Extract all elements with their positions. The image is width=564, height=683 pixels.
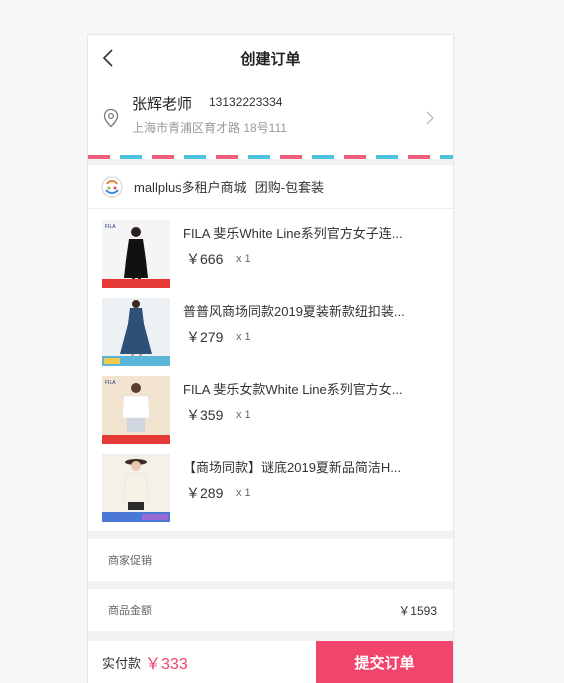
- product-name: 【商场同款】谜底2019夏新品简洁H...: [183, 460, 402, 475]
- amount-label: 商品金额: [108, 605, 152, 617]
- promotion-row[interactable]: 商家促销: [88, 539, 453, 581]
- product-image: [102, 454, 170, 522]
- product-price: ￥289: [186, 485, 224, 501]
- product-quantity: x 1: [236, 409, 251, 421]
- submit-order-button[interactable]: 提交订单: [316, 641, 453, 683]
- recipient-phone: 13132223334: [209, 95, 283, 109]
- goods-list: FILA FILA 斐乐White Line系列官方女子连... ￥666 x …: [88, 209, 453, 531]
- amount-value: ￥1593: [398, 603, 437, 618]
- product-price: ￥666: [186, 251, 224, 267]
- product-name: FILA 斐乐女款White Line系列官方女...: [183, 382, 403, 397]
- address-detail: 上海市青浦区育才路 18号111: [132, 121, 287, 135]
- recipient-name: 张辉老师: [132, 96, 193, 113]
- product-quantity: x 1: [236, 253, 251, 265]
- store-name: mallplus多租户商城: [134, 180, 247, 195]
- goods-item[interactable]: FILA FILA 斐乐White Line系列官方女子连... ￥666 x …: [88, 213, 453, 291]
- bottom-bar: 实付款 ￥333 提交订单: [88, 641, 453, 683]
- promotion-label: 商家促销: [108, 555, 152, 567]
- product-image: FILA: [102, 220, 170, 288]
- product-name: 普普风商场同款2019夏装新款纽扣装...: [183, 304, 405, 319]
- pay-total: ￥333: [145, 656, 188, 673]
- goods-item[interactable]: 普普风商场同款2019夏装新款纽扣装... ￥279 x 1: [88, 291, 453, 369]
- group-type: 团购-包套装: [254, 180, 325, 195]
- store-row: mallplus多租户商城 团购-包套装: [88, 165, 453, 209]
- svg-text:FILA: FILA: [105, 224, 116, 230]
- product-image: FILA: [102, 376, 170, 444]
- goods-item[interactable]: FILA FILA 斐乐女款White Line系列官方女... ￥359 x …: [88, 369, 453, 447]
- product-quantity: x 1: [236, 487, 251, 499]
- header: 创建订单: [88, 35, 453, 81]
- product-price: ￥279: [186, 329, 224, 345]
- address-card[interactable]: 张辉老师 13132223334 上海市青浦区育才路 18号111: [88, 81, 453, 155]
- address-divider-stripe: [88, 155, 453, 159]
- product-name: FILA 斐乐White Line系列官方女子连...: [183, 226, 403, 241]
- svg-text:FILA: FILA: [105, 380, 116, 386]
- goods-item[interactable]: 【商场同款】谜底2019夏新品简洁H... ￥289 x 1: [88, 447, 453, 525]
- location-pin-icon: [103, 108, 119, 128]
- pay-label: 实付款: [102, 655, 142, 671]
- page-title: 创建订单: [240, 50, 301, 68]
- phone-frame: 创建订单 张辉老师 13132223334 上海市青浦区育才路 18号111 m…: [87, 34, 454, 683]
- product-quantity: x 1: [236, 331, 251, 343]
- product-image: [102, 298, 170, 366]
- amount-row: 商品金额 ￥1593: [88, 589, 453, 631]
- store-logo-icon: [101, 176, 123, 197]
- product-price: ￥359: [186, 407, 224, 423]
- chevron-right-icon[interactable]: [425, 110, 435, 126]
- chevron-left-icon[interactable]: [100, 47, 118, 69]
